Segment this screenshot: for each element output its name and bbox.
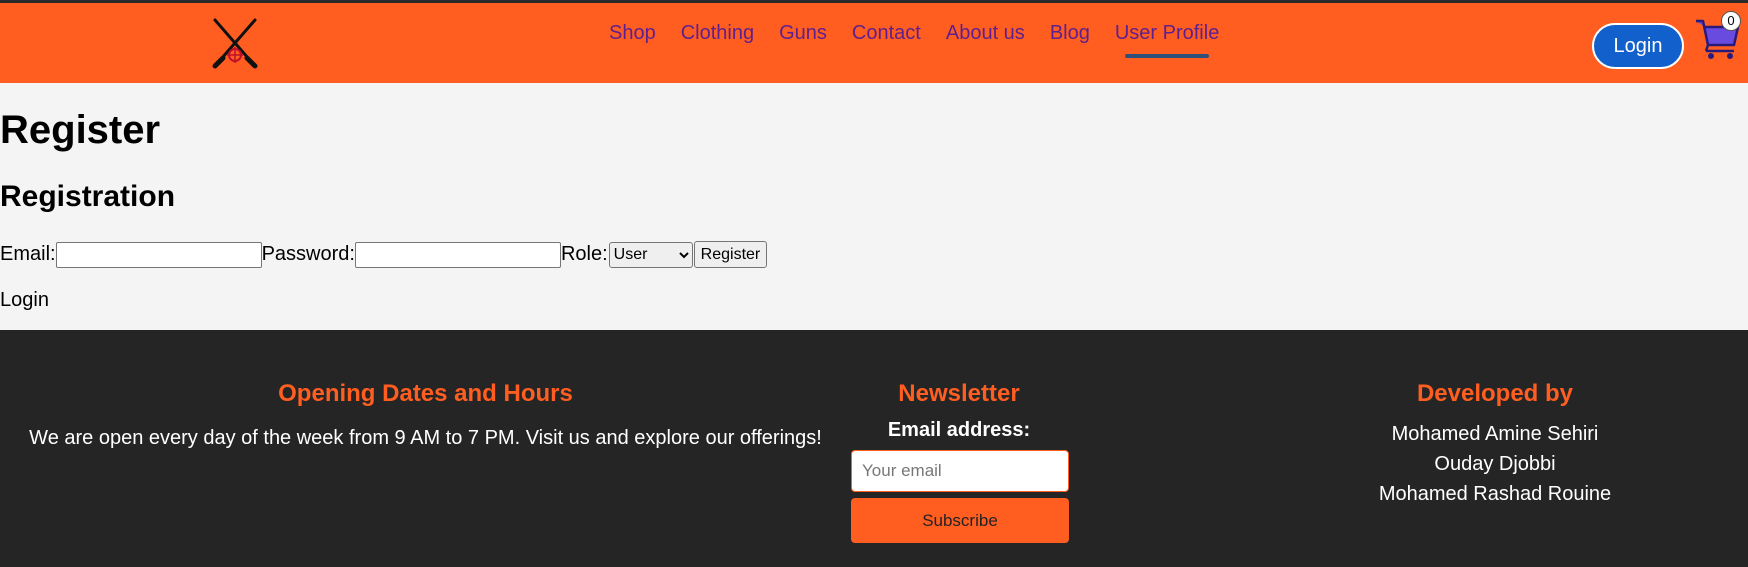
subscribe-button[interactable]: Subscribe [851, 498, 1069, 543]
crossed-rifles-crosshair-icon[interactable] [209, 16, 261, 70]
nav-shop[interactable]: Shop [609, 20, 656, 46]
newsletter-email-label: Email address: [887, 419, 1031, 441]
developer-list: Mohamed Amine Sehiri Ouday Djobbi Mohame… [1345, 419, 1645, 509]
nav-guns[interactable]: Guns [779, 20, 827, 46]
nav-contact[interactable]: Contact [852, 20, 921, 46]
password-field[interactable] [354, 241, 561, 268]
site-footer: Opening Dates and Hours We are open ever… [0, 330, 1748, 567]
developer-name: Mohamed Rashad Rouine [1378, 483, 1612, 505]
developed-by-title: Developed by [1416, 380, 1574, 407]
login-button[interactable]: Login [1592, 23, 1684, 69]
login-link[interactable]: Login [0, 289, 49, 312]
email-label: Email: [0, 243, 56, 265]
newsletter-email-input[interactable] [851, 450, 1069, 492]
nav-user-profile[interactable]: User Profile [1115, 20, 1219, 58]
developer-name: Ouday Djobbi [1434, 453, 1556, 475]
hours-title: Opening Dates and Hours [278, 380, 573, 407]
form-title: Registration [0, 180, 176, 213]
main-nav: Shop Clothing Guns Contact About us Blog… [609, 20, 1219, 58]
main-content: Register Registration Email: Password: R… [0, 83, 1748, 330]
nav-clothing[interactable]: Clothing [681, 20, 754, 46]
newsletter-title: Newsletter [898, 380, 1020, 407]
page-title: Register [0, 108, 161, 152]
developer-name: Mohamed Amine Sehiri [1391, 423, 1599, 445]
role-label: Role: [560, 243, 608, 265]
site-header: Shop Clothing Guns Contact About us Blog… [0, 3, 1748, 83]
hours-text: We are open every day of the week from 9… [29, 427, 822, 449]
nav-blog[interactable]: Blog [1050, 20, 1090, 46]
cart-count-badge: 0 [1721, 11, 1741, 31]
registration-form: Email: Password: Role: User Register [0, 241, 768, 268]
role-select[interactable]: User [608, 241, 693, 268]
password-label: Password: [261, 243, 355, 265]
email-field[interactable] [55, 241, 262, 268]
register-button[interactable]: Register [693, 241, 768, 268]
nav-about-us[interactable]: About us [946, 20, 1025, 46]
